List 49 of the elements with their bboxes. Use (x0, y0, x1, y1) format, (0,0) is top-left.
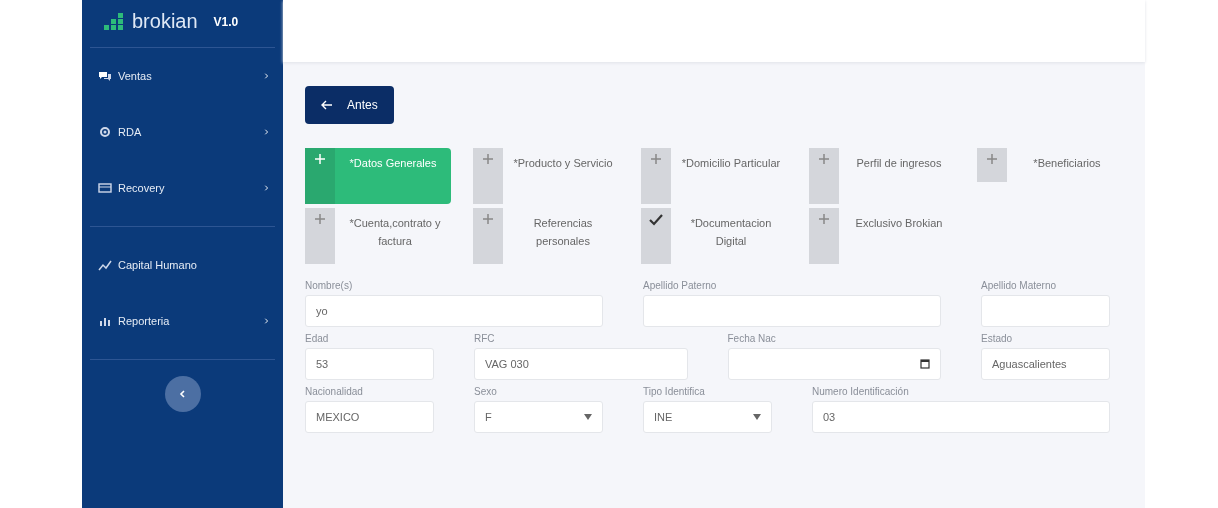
arrow-icon (321, 100, 333, 110)
sidebar-item[interactable]: Ventas (82, 48, 283, 104)
brand-name: brokian (132, 10, 198, 33)
step-tab[interactable]: *Domicilio Particular (641, 148, 809, 204)
collapse-button[interactable] (164, 376, 201, 412)
input-field[interactable] (981, 295, 1110, 327)
step-tab[interactable]: *Cuenta,contrato y factura (305, 208, 473, 264)
date-field[interactable] (727, 348, 941, 380)
input-field[interactable]: yo (305, 295, 603, 327)
step-tab[interactable]: *Producto y Servicio (473, 148, 641, 204)
step-tab[interactable]: *Documentacion Digital (641, 208, 809, 264)
sidebar-item[interactable]: RDA (82, 104, 283, 160)
sidebar-item[interactable]: Capital Humano (82, 237, 283, 293)
input-field[interactable]: 03 (812, 401, 1110, 433)
input-field[interactable] (643, 295, 941, 327)
field-label: Tipo Identifica (643, 386, 706, 397)
select-field[interactable]: INE (643, 401, 772, 433)
sidebar-item[interactable]: Recovery (82, 160, 283, 216)
input-field[interactable]: MEXICO (305, 401, 434, 433)
field-label: Apellido Materno (981, 280, 1058, 291)
field-label: Apellido Paterno (643, 280, 718, 291)
field-label: Edad (305, 333, 330, 344)
input-field[interactable]: 53 (305, 348, 434, 380)
step-tab[interactable]: Exclusivo Brokian (809, 208, 977, 264)
calendar-icon (920, 359, 930, 369)
card-icon (98, 181, 112, 195)
step-tab[interactable]: Perfil de ingresos (809, 148, 977, 204)
gear-icon (98, 125, 112, 139)
caret-icon (753, 414, 761, 420)
caret-icon (584, 414, 592, 420)
chevron-icon (177, 389, 188, 399)
field-label: Estado (981, 333, 1014, 344)
input-field[interactable]: VAG 030 (474, 348, 688, 380)
input-field[interactable]: Aguascalientes (981, 348, 1110, 380)
field-label: Nacionalidad (305, 386, 364, 397)
logo-icon (104, 10, 126, 33)
field-label: Numero Identificación (812, 386, 910, 397)
chat-icon (98, 69, 112, 83)
chart-icon (98, 258, 112, 272)
sidebar-item[interactable]: Reporteria (82, 293, 283, 349)
step-tab[interactable]: *Beneficiarios (977, 148, 1145, 204)
field-label: Nombre(s) (305, 280, 354, 291)
back-button[interactable]: Antes (305, 86, 394, 124)
version-label: V1.0 (213, 14, 239, 29)
field-label: Sexo (474, 386, 498, 397)
field-label: RFC (474, 333, 496, 344)
step-tab[interactable]: Referencias personales (473, 208, 641, 264)
field-label: Fecha Nac (727, 333, 777, 344)
select-field[interactable]: F (474, 401, 603, 433)
